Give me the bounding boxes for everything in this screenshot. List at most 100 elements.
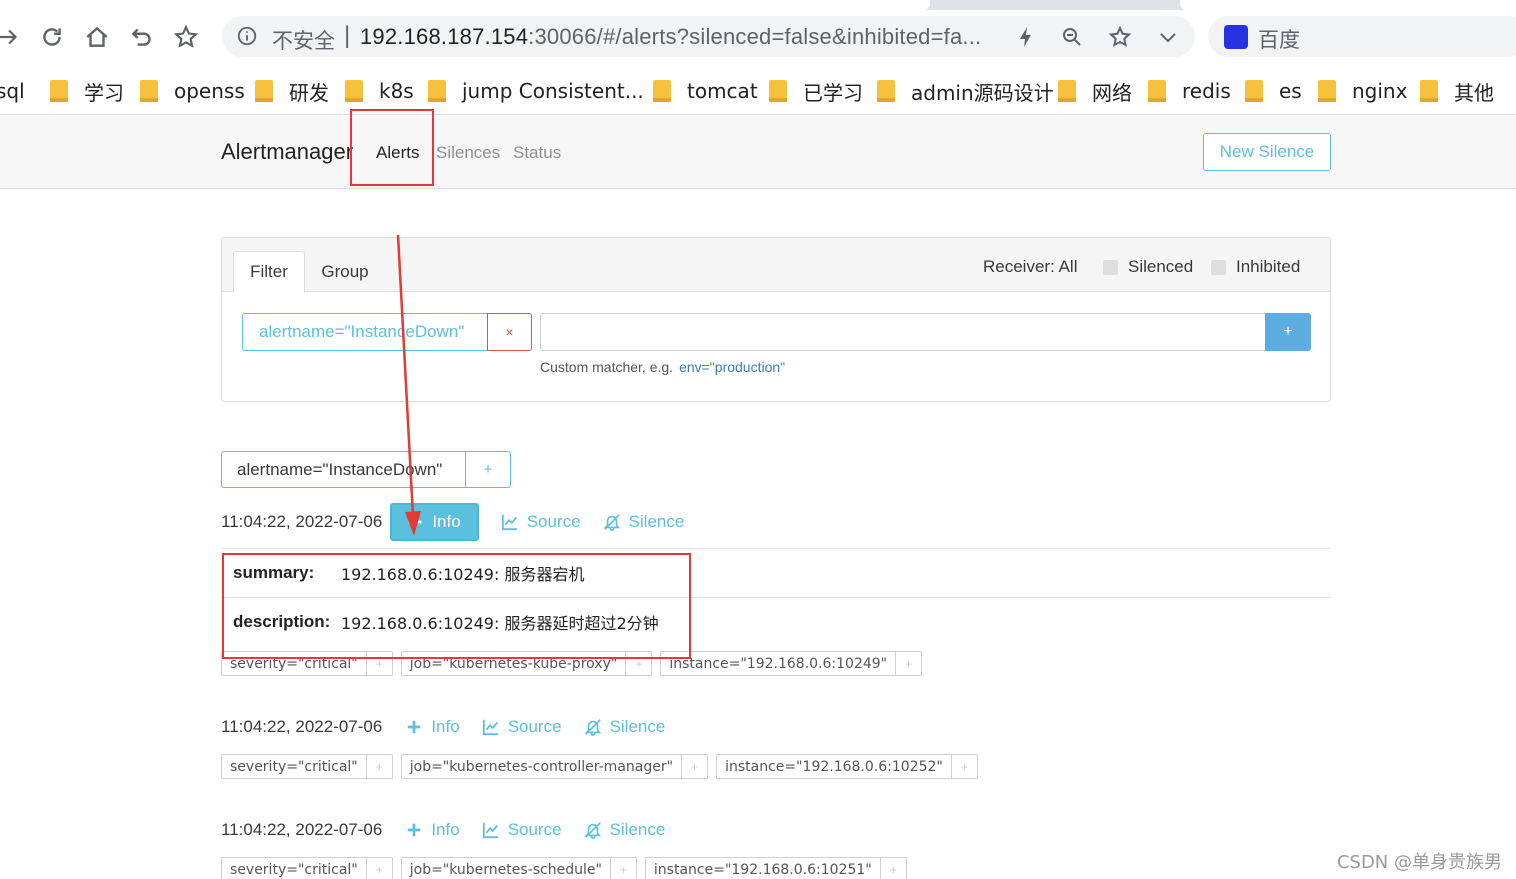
info-icon[interactable] [236, 25, 258, 47]
bookmark-item[interactable]: 网络 [1058, 79, 1132, 105]
folder-icon [345, 80, 363, 102]
bookmark-item[interactable]: jump Consistent... [428, 79, 644, 103]
reload-icon[interactable] [38, 23, 66, 51]
label-chip: severity="critical" + [221, 754, 393, 779]
add-label-button[interactable]: + [896, 651, 923, 676]
label-chip: instance="192.168.0.6:10251" + [644, 857, 907, 879]
inhibited-checkbox[interactable]: Inhibited [1211, 257, 1300, 277]
nav-status[interactable]: Status [513, 143, 561, 163]
silenced-checkbox[interactable]: Silenced [1103, 257, 1193, 277]
folder-icon [1245, 80, 1263, 102]
new-silence-button[interactable]: New Silence [1203, 133, 1331, 171]
filter-card-header: Filter Group Receiver: All Silenced Inhi… [222, 238, 1330, 293]
insecure-label: 不安全 [272, 29, 335, 53]
folder-icon [1058, 80, 1076, 102]
bookmark-item[interactable]: nginx [1318, 79, 1407, 103]
chart-line-icon [482, 719, 498, 736]
forward-icon[interactable] [0, 23, 22, 51]
folder-icon [50, 80, 68, 102]
alert-header: 11:04:22, 2022-07-06 Info Source Silence [221, 708, 665, 746]
label-chip: job="kubernetes-controller-manager" + [400, 754, 709, 779]
undo-icon[interactable] [128, 23, 156, 51]
lightning-icon[interactable] [1014, 25, 1038, 49]
source-link[interactable]: Source [482, 717, 562, 737]
bookmark-item[interactable]: es [1245, 79, 1302, 103]
alert-labels: severity="critical" + job="kubernetes-con… [221, 754, 986, 779]
group-add-button[interactable]: + [466, 451, 511, 488]
bookmark-item[interactable]: 研发 [255, 79, 329, 105]
custom-matcher-input[interactable] [540, 313, 1265, 351]
active-matcher-label[interactable]: alertname="InstanceDown" [242, 313, 487, 351]
folder-icon [140, 80, 158, 102]
source-link[interactable]: Source [482, 820, 562, 840]
bookmark-item[interactable]: openss [140, 79, 245, 103]
bookmark-item[interactable]: sql [0, 79, 25, 103]
checkbox-icon[interactable] [1103, 259, 1118, 275]
group-header-chip: alertname="InstanceDown" + [221, 451, 511, 488]
bookmark-item[interactable]: 其他 [1420, 79, 1494, 105]
url-text[interactable]: 192.168.187.154:30066/#/alerts?silenced=… [360, 24, 981, 50]
bookmark-item[interactable]: admin源码设计 [877, 79, 1054, 105]
hint-example: env="production" [679, 359, 786, 375]
label-chip: instance="192.168.0.6:10249" + [660, 651, 923, 676]
receiver-select[interactable]: Receiver: All [983, 257, 1077, 277]
add-label-button[interactable]: + [610, 857, 637, 879]
source-link[interactable]: Source [501, 512, 581, 532]
plus-icon [408, 720, 421, 734]
silence-link[interactable]: Silence [584, 820, 665, 840]
alertmanager-navbar: Alertmanager Alerts Silences Status New … [0, 116, 1516, 189]
silence-link[interactable]: Silence [584, 717, 665, 737]
plus-icon [409, 515, 422, 529]
tab-group[interactable]: Group [310, 251, 380, 293]
search-engine-label: 百度 [1258, 28, 1300, 52]
tab-filter[interactable]: Filter [233, 251, 305, 293]
bookmark-star-icon[interactable] [172, 23, 200, 51]
chevron-down-icon[interactable] [1156, 25, 1180, 49]
matcher-hint: Custom matcher, e.g. env="production" [540, 359, 786, 375]
silence-link[interactable]: Silence [603, 512, 684, 532]
bookmark-item[interactable]: tomcat [653, 79, 758, 103]
brand[interactable]: Alertmanager [221, 139, 353, 165]
home-icon[interactable] [83, 23, 111, 51]
info-button[interactable]: Info [405, 717, 460, 737]
folder-icon [1420, 80, 1438, 102]
add-label-button[interactable]: + [880, 857, 907, 879]
label-chip: severity="critical" + [221, 857, 393, 879]
add-label-button[interactable]: + [366, 857, 393, 879]
alert-header: 11:04:22, 2022-07-06 Info Source Silence [221, 811, 665, 849]
alert-timestamp: 11:04:22, 2022-07-06 [221, 512, 383, 531]
alert-header: 11:04:22, 2022-07-06 Info Source Silence [221, 503, 684, 541]
plus-icon [408, 823, 421, 837]
add-label-button[interactable]: + [366, 754, 393, 779]
baidu-icon [1224, 25, 1248, 49]
folder-icon [1318, 80, 1336, 102]
label-chip: job="kubernetes-schedule" + [400, 857, 637, 879]
star-icon[interactable] [1108, 25, 1132, 49]
url-rest: :30066/#/alerts?silenced=false&inhibited… [528, 24, 982, 49]
label-chip: instance="192.168.0.6:10252" + [716, 754, 978, 779]
alert-timestamp: 11:04:22, 2022-07-06 [221, 717, 383, 736]
group-label[interactable]: alertname="InstanceDown" [221, 451, 466, 488]
bookmark-item[interactable]: k8s [345, 79, 414, 103]
checkbox-icon[interactable] [1211, 259, 1226, 275]
alert-timestamp: 11:04:22, 2022-07-06 [221, 820, 383, 839]
active-matcher-chip: alertname="InstanceDown" × [242, 313, 532, 351]
search-box[interactable]: 百度 [1208, 16, 1516, 57]
bookmark-item[interactable]: 学习 [50, 79, 124, 105]
chart-line-icon [482, 822, 498, 839]
info-button[interactable]: Info [390, 503, 479, 541]
address-bar[interactable]: 不安全 | 192.168.187.154:30066/#/alerts?sil… [222, 16, 1195, 57]
folder-icon [653, 80, 671, 102]
add-label-button[interactable]: + [682, 754, 709, 779]
annotation-box-alerts [350, 109, 434, 186]
bookmark-item[interactable]: 已学习 [769, 79, 863, 105]
info-button[interactable]: Info [405, 820, 460, 840]
remove-matcher-button[interactable]: × [487, 313, 532, 351]
bookmark-item[interactable]: redis [1148, 79, 1231, 103]
nav-silences[interactable]: Silences [436, 143, 500, 163]
add-label-button[interactable]: + [951, 754, 978, 779]
zoom-icon[interactable] [1060, 25, 1084, 49]
add-matcher-button[interactable]: + [1265, 313, 1311, 351]
folder-icon [1148, 80, 1166, 102]
folder-icon [877, 80, 895, 102]
